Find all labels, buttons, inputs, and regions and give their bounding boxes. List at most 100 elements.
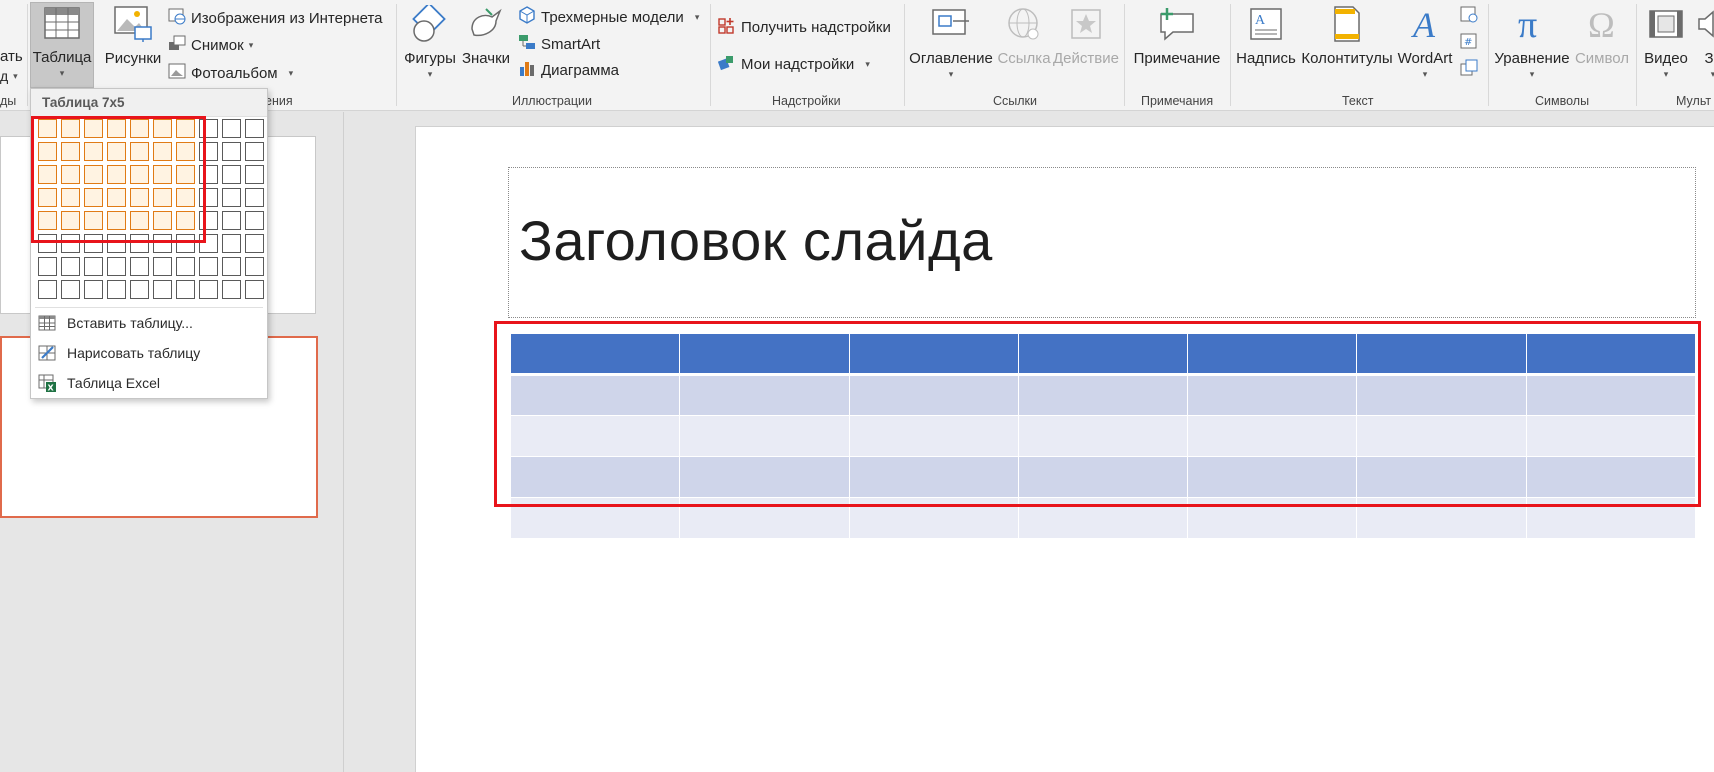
table-size-grid[interactable] bbox=[38, 119, 264, 299]
slide-number-button[interactable]: # bbox=[1460, 31, 1478, 55]
insert-table-menu-item[interactable]: Вставить таблицу... bbox=[31, 310, 267, 336]
grid-cell-selected[interactable] bbox=[84, 165, 103, 184]
table-cell[interactable] bbox=[679, 497, 850, 539]
table-cell[interactable] bbox=[679, 456, 850, 498]
table-cell[interactable] bbox=[509, 415, 681, 457]
grid-cell[interactable] bbox=[130, 280, 149, 299]
table-cell[interactable] bbox=[679, 374, 850, 416]
pictures-button[interactable]: Рисунки bbox=[102, 4, 164, 88]
table-cell[interactable] bbox=[1356, 497, 1527, 539]
grid-cell[interactable] bbox=[199, 119, 218, 138]
chart-button[interactable]: Диаграмма bbox=[518, 58, 619, 82]
grid-cell-selected[interactable] bbox=[84, 119, 103, 138]
icons-button[interactable]: Значки bbox=[460, 4, 512, 88]
grid-cell-selected[interactable] bbox=[61, 188, 80, 207]
grid-cell-selected[interactable] bbox=[176, 165, 195, 184]
table-cell[interactable] bbox=[509, 456, 681, 498]
grid-cell[interactable] bbox=[84, 257, 103, 276]
grid-cell-selected[interactable] bbox=[84, 211, 103, 230]
table-cell[interactable] bbox=[1356, 456, 1527, 498]
grid-cell-selected[interactable] bbox=[38, 119, 57, 138]
grid-cell-selected[interactable] bbox=[153, 119, 172, 138]
grid-cell-selected[interactable] bbox=[176, 211, 195, 230]
equation-button[interactable]: π Уравнение ▾ bbox=[1492, 4, 1572, 88]
table-button[interactable]: Таблица ▾ bbox=[30, 2, 94, 88]
grid-cell-selected[interactable] bbox=[153, 188, 172, 207]
table-cell[interactable] bbox=[1525, 415, 1697, 457]
grid-cell[interactable] bbox=[245, 188, 264, 207]
slide-table[interactable] bbox=[509, 333, 1697, 539]
grid-cell-selected[interactable] bbox=[107, 211, 126, 230]
partial-left-button-2[interactable]: д ▾ bbox=[0, 64, 18, 88]
table-cell[interactable] bbox=[679, 415, 850, 457]
grid-cell-selected[interactable] bbox=[176, 188, 195, 207]
grid-cell[interactable] bbox=[107, 234, 126, 253]
table-row[interactable] bbox=[509, 415, 1697, 457]
grid-cell[interactable] bbox=[130, 234, 149, 253]
link-button[interactable]: Ссылка bbox=[996, 4, 1052, 88]
table-cell[interactable] bbox=[1187, 497, 1358, 539]
grid-cell[interactable] bbox=[38, 257, 57, 276]
table-cell[interactable] bbox=[1187, 456, 1358, 498]
table-cell[interactable] bbox=[1187, 333, 1358, 376]
title-placeholder[interactable]: Заголовок слайда bbox=[508, 167, 1696, 318]
grid-cell-selected[interactable] bbox=[153, 211, 172, 230]
grid-cell-selected[interactable] bbox=[107, 165, 126, 184]
table-row[interactable] bbox=[509, 456, 1697, 498]
smartart-button[interactable]: SmartArt bbox=[518, 32, 600, 56]
grid-cell-selected[interactable] bbox=[153, 142, 172, 161]
grid-cell[interactable] bbox=[245, 280, 264, 299]
comment-button[interactable]: Примечание bbox=[1130, 4, 1224, 88]
table-cell[interactable] bbox=[1356, 374, 1527, 416]
table-row[interactable] bbox=[509, 497, 1697, 539]
grid-cell-selected[interactable] bbox=[130, 119, 149, 138]
grid-cell[interactable] bbox=[199, 234, 218, 253]
table-cell[interactable] bbox=[1017, 497, 1189, 539]
table-cell[interactable] bbox=[1356, 333, 1527, 376]
wordart-button[interactable]: A WordArt ▾ bbox=[1394, 4, 1456, 88]
grid-cell[interactable] bbox=[245, 142, 264, 161]
grid-cell-selected[interactable] bbox=[130, 211, 149, 230]
slide-title[interactable]: Заголовок слайда bbox=[519, 208, 993, 273]
table-header-row[interactable] bbox=[509, 333, 1697, 376]
table-row[interactable] bbox=[509, 374, 1697, 416]
audio-button[interactable]: Зв ▾ bbox=[1698, 4, 1714, 88]
grid-cell-selected[interactable] bbox=[153, 165, 172, 184]
table-cell[interactable] bbox=[1525, 456, 1697, 498]
grid-cell[interactable] bbox=[245, 119, 264, 138]
grid-cell[interactable] bbox=[245, 211, 264, 230]
symbol-button[interactable]: Ω Символ bbox=[1572, 4, 1632, 88]
table-cell[interactable] bbox=[1017, 333, 1189, 376]
action-button[interactable]: Действие bbox=[1052, 4, 1120, 88]
grid-cell-selected[interactable] bbox=[38, 188, 57, 207]
grid-cell-selected[interactable] bbox=[38, 142, 57, 161]
table-cell[interactable] bbox=[848, 333, 1019, 376]
header-footer-button[interactable]: Колонтитулы bbox=[1300, 4, 1394, 88]
table-cell[interactable] bbox=[1525, 333, 1697, 376]
grid-cell-selected[interactable] bbox=[61, 119, 80, 138]
grid-cell[interactable] bbox=[199, 257, 218, 276]
grid-cell-selected[interactable] bbox=[130, 165, 149, 184]
table-cell[interactable] bbox=[848, 456, 1019, 498]
grid-cell[interactable] bbox=[199, 188, 218, 207]
shapes-button[interactable]: Фигуры ▾ bbox=[402, 4, 458, 88]
grid-cell[interactable] bbox=[245, 234, 264, 253]
grid-cell[interactable] bbox=[199, 211, 218, 230]
grid-cell[interactable] bbox=[222, 188, 241, 207]
excel-table-menu-item[interactable]: X Таблица Excel bbox=[31, 370, 267, 396]
my-addins-button[interactable]: Мои надстройки ▾ bbox=[717, 52, 870, 76]
grid-cell-selected[interactable] bbox=[130, 142, 149, 161]
grid-cell[interactable] bbox=[222, 234, 241, 253]
table-cell[interactable] bbox=[509, 497, 681, 539]
grid-cell[interactable] bbox=[245, 257, 264, 276]
photo-album-button[interactable]: Фотоальбом ▾ bbox=[168, 61, 293, 85]
grid-cell-selected[interactable] bbox=[176, 142, 195, 161]
table-cell[interactable] bbox=[1017, 415, 1189, 457]
grid-cell[interactable] bbox=[61, 257, 80, 276]
grid-cell[interactable] bbox=[222, 142, 241, 161]
table-cell[interactable] bbox=[1017, 374, 1189, 416]
snapshot-button[interactable]: Снимок ▾ bbox=[168, 33, 253, 57]
table-cell[interactable] bbox=[1356, 415, 1527, 457]
grid-cell-selected[interactable] bbox=[61, 211, 80, 230]
grid-cell[interactable] bbox=[199, 165, 218, 184]
